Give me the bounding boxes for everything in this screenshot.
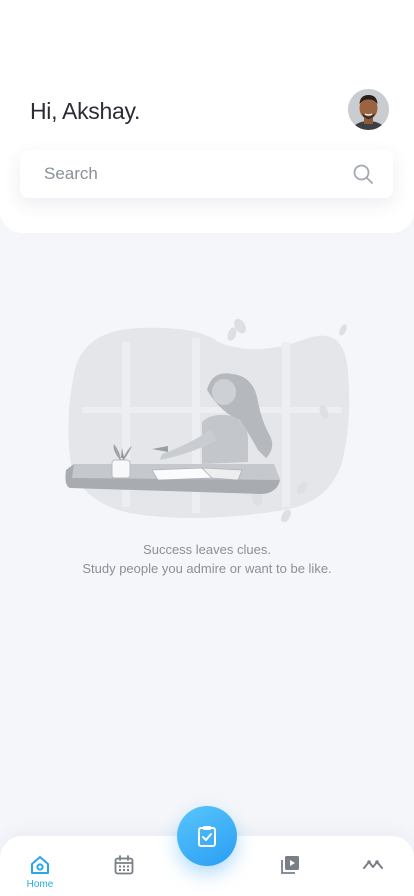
search-icon[interactable] <box>352 163 374 185</box>
empty-state-line-1: Success leaves clues. <box>143 542 271 557</box>
tab-videos[interactable] <box>260 836 320 896</box>
tab-home-label: Home <box>26 879 54 890</box>
search-bar <box>20 150 393 198</box>
clipboard-check-icon <box>198 826 216 847</box>
video-library-icon <box>281 856 299 874</box>
empty-state-line-2: Study people you admire or want to be li… <box>82 561 332 576</box>
avatar[interactable] <box>348 89 389 130</box>
tab-activity[interactable] <box>343 836 403 896</box>
add-task-button[interactable] <box>177 806 237 866</box>
tab-calendar[interactable] <box>94 836 154 896</box>
greeting-title: Hi, Akshay. <box>30 98 141 124</box>
calendar-icon <box>114 855 134 875</box>
home-icon <box>31 856 49 874</box>
search-input[interactable] <box>44 150 344 198</box>
tab-home[interactable]: Home <box>10 836 70 896</box>
header-card: Hi, Akshay. <box>0 0 414 233</box>
activity-icon <box>363 860 383 869</box>
empty-state-illustration <box>65 318 350 522</box>
